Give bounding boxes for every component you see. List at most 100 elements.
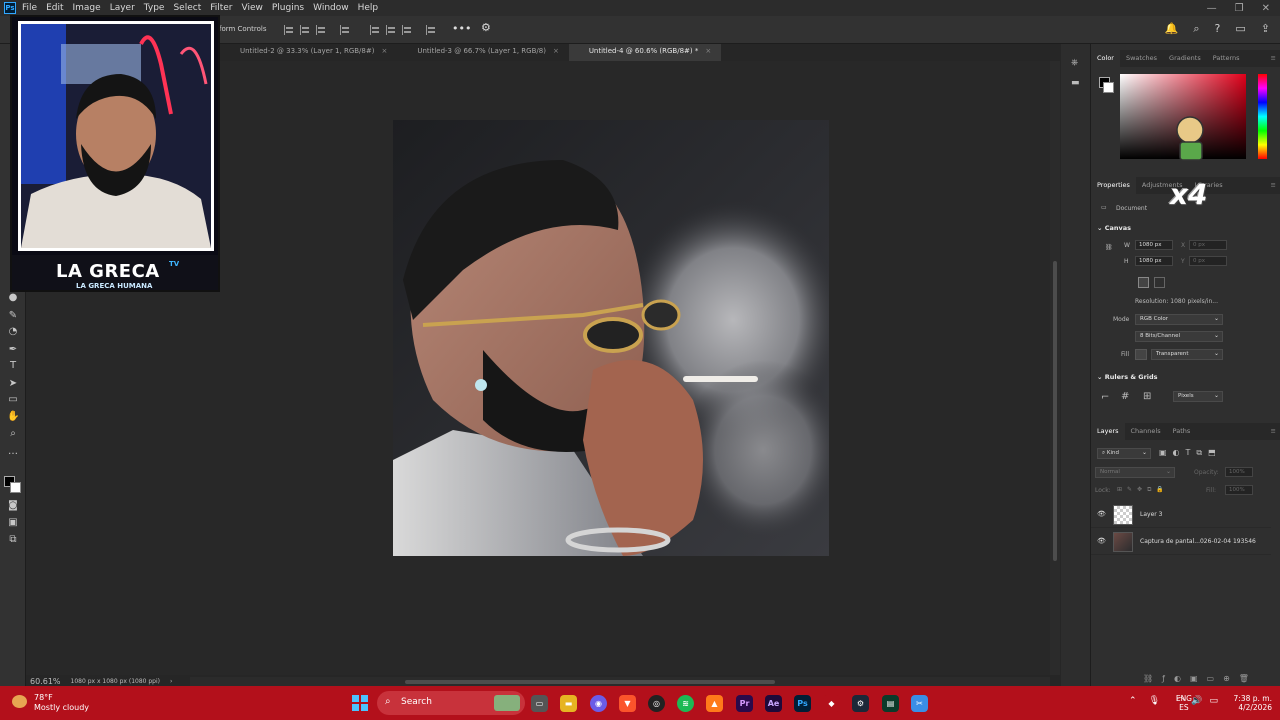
gear-icon[interactable]: ⚙ xyxy=(481,21,491,34)
background-color-swatch[interactable] xyxy=(1103,82,1114,93)
tab-close-icon[interactable]: × xyxy=(705,47,711,55)
tab-properties[interactable]: Properties xyxy=(1091,177,1136,194)
more-options-icon[interactable]: ••• xyxy=(452,22,471,35)
menu-image[interactable]: Image xyxy=(73,3,101,13)
tab-layers[interactable]: Layers xyxy=(1091,423,1125,440)
width-field[interactable]: 1080 px xyxy=(1135,240,1173,250)
tab-channels[interactable]: Channels xyxy=(1125,423,1167,440)
share-icon[interactable]: ⇪ xyxy=(1261,22,1270,36)
tab-swatches[interactable]: Swatches xyxy=(1120,50,1163,67)
task-view-icon[interactable]: ▭ xyxy=(531,695,548,712)
tab-untitled-2[interactable]: Untitled-2 @ 33.3% (Layer 1, RGB/8#) × xyxy=(220,44,397,61)
path-select-tool-icon[interactable]: ➤ xyxy=(7,378,19,390)
tab-color[interactable]: Color xyxy=(1091,50,1120,67)
comment-icon[interactable]: ▬ xyxy=(1071,78,1080,88)
distribute-vertical-icon[interactable] xyxy=(426,25,436,35)
obs-icon[interactable]: ◎ xyxy=(648,695,665,712)
search-icon[interactable]: ⌕ xyxy=(1193,22,1199,36)
artboard-icon[interactable]: ⧉ xyxy=(7,534,19,546)
after-effects-icon[interactable]: Ae xyxy=(765,695,782,712)
scroll-thumb[interactable] xyxy=(405,680,775,684)
document-canvas[interactable] xyxy=(393,120,829,556)
rulers-grids-section-header[interactable]: ⌄ Rulers & Grids xyxy=(1097,373,1158,381)
align-center-icon[interactable] xyxy=(300,25,310,35)
align-top-icon[interactable] xyxy=(370,25,380,35)
microphone-icon[interactable]: 🎙 xyxy=(1149,696,1160,706)
tab-close-icon[interactable]: × xyxy=(553,47,559,55)
brave-icon[interactable]: ▼ xyxy=(619,695,636,712)
more-tools-icon[interactable]: … xyxy=(7,446,19,458)
windows-start-icon[interactable] xyxy=(352,695,368,711)
dodge-tool-icon[interactable]: ◔ xyxy=(7,326,19,338)
y-field[interactable]: 0 px xyxy=(1189,256,1227,266)
eye-icon[interactable]: 👁 xyxy=(1097,510,1106,518)
x-field[interactable]: 0 px xyxy=(1189,240,1227,250)
app-launcher-icon[interactable]: ▲ xyxy=(706,695,723,712)
menu-edit[interactable]: Edit xyxy=(46,3,63,13)
history-icon[interactable]: ⎈ xyxy=(1071,58,1078,68)
snipping-tool-icon[interactable]: ✂ xyxy=(911,695,928,712)
horizontal-scrollbar[interactable] xyxy=(190,677,1050,686)
lock-icons[interactable]: ⊞✎✥⧉🔒 xyxy=(1117,486,1169,494)
vertical-scrollbar[interactable] xyxy=(1050,61,1060,675)
layer-actions-icons[interactable]: ⛓ƒ◐▣▭⊕🗑 xyxy=(1143,674,1258,683)
landscape-orientation-icon[interactable] xyxy=(1154,277,1165,288)
link-icon[interactable]: ⛓ xyxy=(1105,244,1113,251)
menu-file[interactable]: File xyxy=(22,3,37,13)
quick-mask-icon[interactable]: ◙ xyxy=(7,500,19,512)
canvas-section-header[interactable]: ⌄ Canvas xyxy=(1097,224,1131,232)
terminal-icon[interactable]: ▤ xyxy=(882,695,899,712)
maximize-icon[interactable]: ❐ xyxy=(1235,3,1244,14)
rectangle-tool-icon[interactable]: ▭ xyxy=(7,394,19,406)
ruler-icon[interactable]: ⌐ xyxy=(1101,392,1109,403)
zoom-level[interactable]: 60.61% xyxy=(30,677,61,686)
workspace-icon[interactable]: ▭ xyxy=(1235,22,1245,36)
blend-mode-select[interactable]: Normal xyxy=(1095,467,1175,478)
menu-select[interactable]: Select xyxy=(173,3,201,13)
premiere-icon[interactable]: Pr xyxy=(736,695,753,712)
align-middle-icon[interactable] xyxy=(386,25,396,35)
tab-gradients[interactable]: Gradients xyxy=(1163,50,1207,67)
layer-row[interactable]: 👁 Captura de pantal...026-02-04 193546 xyxy=(1091,529,1271,555)
bell-icon[interactable]: 🔔 xyxy=(1165,22,1179,36)
volume-icon[interactable]: 🔊 xyxy=(1191,696,1202,706)
steam-icon[interactable]: ⚙ xyxy=(852,695,869,712)
menu-filter[interactable]: Filter xyxy=(210,3,232,13)
wifi-icon[interactable]: ◠ xyxy=(1176,696,1184,706)
chevron-up-icon[interactable]: ⌃ xyxy=(1129,696,1137,706)
hue-slider[interactable] xyxy=(1258,74,1267,159)
background-color-swatch[interactable] xyxy=(10,482,21,493)
grid-icon[interactable]: # xyxy=(1121,391,1129,402)
menu-plugins[interactable]: Plugins xyxy=(272,3,304,13)
transform-controls-label[interactable]: form Controls xyxy=(219,25,267,33)
layer-filter-icons[interactable]: ▣◐T⧉⬒ xyxy=(1159,448,1222,458)
taskbar-search[interactable]: ⌕ Search xyxy=(377,691,525,715)
align-right-icon[interactable] xyxy=(316,25,326,35)
red-app-icon[interactable]: ◆ xyxy=(823,695,840,712)
spotify-icon[interactable]: ≋ xyxy=(677,695,694,712)
bit-depth-select[interactable]: 8 Bits/Channel xyxy=(1135,331,1223,342)
menu-layer[interactable]: Layer xyxy=(110,3,135,13)
tab-untitled-4[interactable]: Untitled-4 @ 60.6% (RGB/8#) * × xyxy=(568,44,722,61)
menu-help[interactable]: Help xyxy=(358,3,379,13)
panel-menu-icon[interactable]: ≡ xyxy=(1265,177,1280,194)
menu-view[interactable]: View xyxy=(242,3,263,13)
zoom-tool-icon[interactable]: ⌕ xyxy=(7,428,19,440)
align-bottom-icon[interactable] xyxy=(402,25,412,35)
ruler-units-select[interactable]: Pixels xyxy=(1173,391,1223,402)
fill-opacity-field[interactable]: 100% xyxy=(1225,485,1253,495)
align-left-icon[interactable] xyxy=(284,25,294,35)
tab-close-icon[interactable]: × xyxy=(381,47,387,55)
portrait-orientation-icon[interactable] xyxy=(1138,277,1149,288)
file-explorer-icon[interactable]: ▬ xyxy=(560,695,577,712)
minimize-icon[interactable]: — xyxy=(1207,3,1217,14)
panel-menu-icon[interactable]: ≡ xyxy=(1265,50,1280,67)
weather-widget[interactable]: 78°F Mostly cloudy xyxy=(12,693,89,713)
opacity-field[interactable]: 100% xyxy=(1225,467,1253,477)
fill-select[interactable]: Transparent xyxy=(1151,349,1223,360)
eye-icon[interactable]: 👁 xyxy=(1097,537,1106,545)
layer-row[interactable]: 👁 Layer 3 xyxy=(1091,502,1271,528)
photoshop-icon[interactable]: Ps xyxy=(794,695,811,712)
mode-select[interactable]: RGB Color xyxy=(1135,314,1223,325)
panel-menu-icon[interactable]: ≡ xyxy=(1265,423,1280,440)
